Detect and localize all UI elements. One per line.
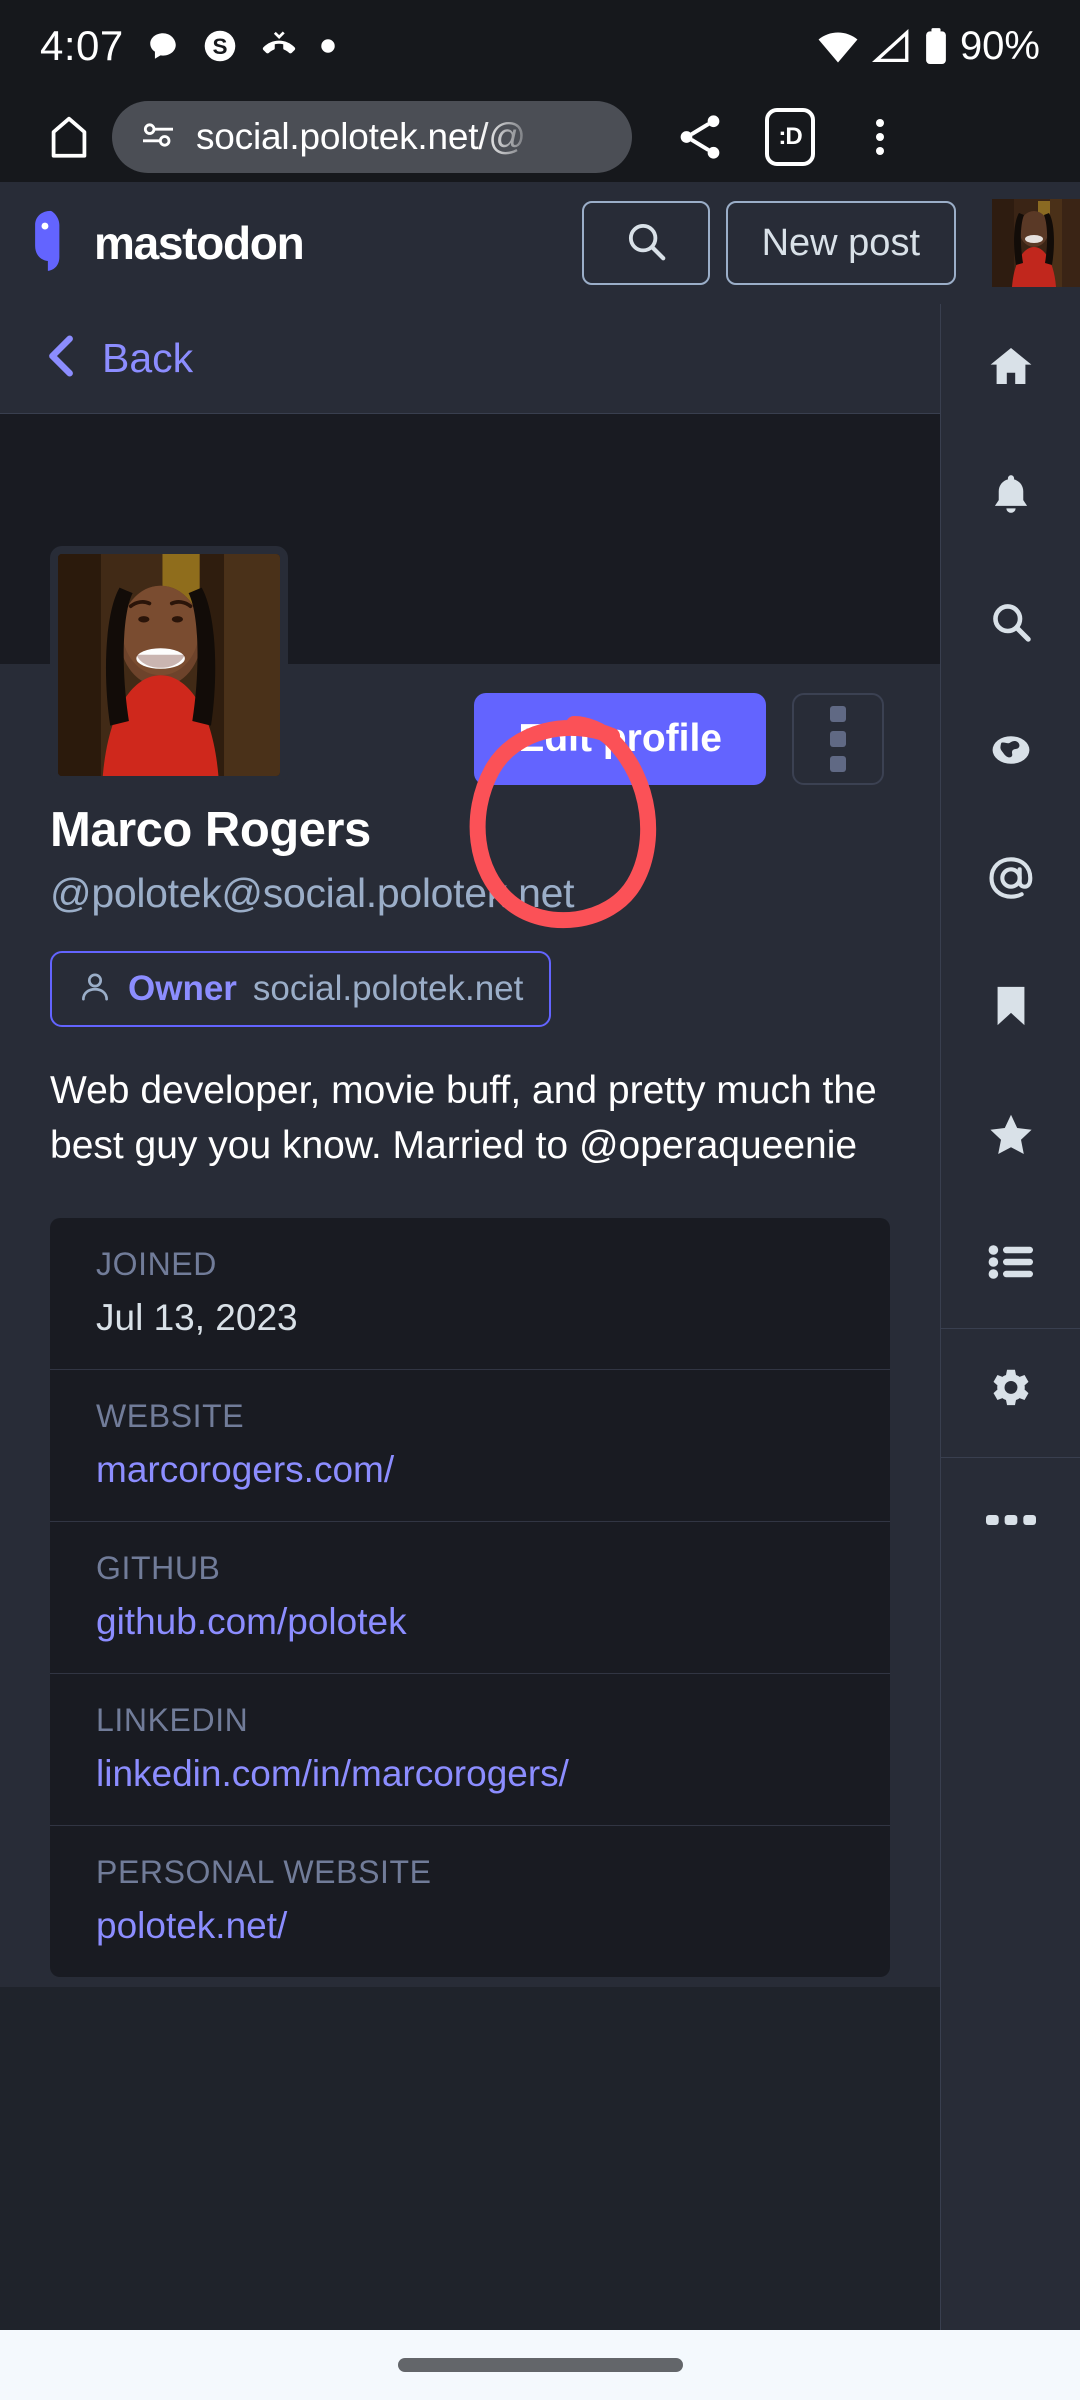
role-domain: social.polotek.net xyxy=(252,969,524,1008)
rail-item-more[interactable] xyxy=(941,1458,1080,1586)
profile-bio: Web developer, movie buff, and pretty mu… xyxy=(50,1069,877,1168)
table-row: Linkedin linkedin.com/in/marcorogers/ xyxy=(50,1674,890,1826)
rail-item-explore[interactable] xyxy=(941,688,1080,816)
gear-icon xyxy=(986,1366,1036,1421)
metadata-label: Joined xyxy=(96,1245,217,1282)
status-badge: Owner social.polotek.net xyxy=(50,951,552,1027)
person-icon xyxy=(78,970,112,1009)
metadata-value: Jul 13, 2023 xyxy=(96,1296,298,1338)
cellular-signal-icon xyxy=(870,28,912,64)
status-bar-left: 4:07 S xyxy=(40,22,336,70)
home-button[interactable] xyxy=(30,98,108,176)
star-icon xyxy=(986,1110,1036,1163)
wifi-icon xyxy=(816,28,860,64)
rail-item-mentions[interactable] xyxy=(941,816,1080,944)
metadata-value-link[interactable]: github.com/polotek xyxy=(96,1601,844,1643)
new-post-button[interactable]: New post xyxy=(725,201,956,285)
skype-icon: S xyxy=(202,28,238,64)
profile-card: Edit profile Marco Rogers @polotek@socia… xyxy=(0,546,940,1987)
mastodon-wordmark: mastodon xyxy=(94,217,305,269)
edit-profile-label: Edit profile xyxy=(518,717,722,760)
role-name: Owner xyxy=(128,969,237,1008)
kebab-dot-icon xyxy=(830,706,846,722)
mastodon-glyph-icon xyxy=(28,208,90,279)
bell-icon xyxy=(988,471,1034,522)
share-button[interactable] xyxy=(658,95,742,179)
battery-icon xyxy=(922,27,950,65)
rail-item-lists[interactable] xyxy=(941,1200,1080,1328)
rail-item-bookmarks[interactable] xyxy=(941,944,1080,1072)
list-icon xyxy=(987,1242,1035,1287)
account-handle: @polotek@social.polotek.net xyxy=(50,870,575,916)
main-column: Back Edit profile Marco Rogers @polotek@… xyxy=(0,304,940,2330)
rail-item-home[interactable] xyxy=(941,304,1080,432)
profile-metadata-table: Joined Jul 13, 2023 Website marcorogers.… xyxy=(50,1217,890,1977)
kebab-dot-icon xyxy=(830,756,846,772)
metadata-value-link[interactable]: polotek.net/ xyxy=(96,1905,844,1947)
browser-toolbar: social.polotek.net/@ :D xyxy=(0,92,1080,182)
android-status-bar: 4:07 S 90% xyxy=(0,0,1080,92)
table-row: Github github.com/polotek xyxy=(50,1522,890,1674)
back-label: Back xyxy=(102,335,194,381)
search-icon xyxy=(623,218,669,269)
mastodon-header: mastodon New post xyxy=(0,182,1080,304)
home-icon xyxy=(987,342,1035,395)
tab-switcher-button[interactable]: :D xyxy=(748,95,832,179)
metadata-label: Website xyxy=(96,1397,245,1434)
metadata-value-link[interactable]: marcorogers.com/ xyxy=(96,1449,844,1491)
status-bar-right: 90% xyxy=(816,24,1040,69)
tab-count-label: :D xyxy=(765,108,815,166)
bookmark-icon xyxy=(990,983,1032,1034)
rail-item-favourites[interactable] xyxy=(941,1072,1080,1200)
rail-item-preferences[interactable] xyxy=(941,1329,1080,1457)
missed-call-icon xyxy=(260,29,298,63)
table-row: Joined Jul 13, 2023 xyxy=(50,1218,890,1370)
metadata-label: Linkedin xyxy=(96,1701,249,1738)
ellipsis-icon xyxy=(985,1510,1036,1535)
home-gesture-pill[interactable] xyxy=(397,2358,683,2372)
battery-percent: 90% xyxy=(959,23,1040,68)
profile-identity: Marco Rogers @polotek@social.polotek.net xyxy=(0,788,940,917)
chevron-left-icon xyxy=(44,333,80,384)
header-actions: New post xyxy=(581,199,1080,287)
new-post-label: New post xyxy=(761,221,920,264)
browser-menu-button[interactable] xyxy=(838,95,922,179)
more-options-button[interactable] xyxy=(792,693,884,785)
metadata-value-link[interactable]: linkedin.com/in/marcorogers/ xyxy=(96,1753,844,1795)
right-navigation-rail xyxy=(940,304,1080,2330)
display-name: Marco Rogers xyxy=(50,803,371,857)
search-button[interactable] xyxy=(581,201,710,285)
url-text: social.polotek.net/@ xyxy=(196,116,526,157)
mastodon-logo[interactable]: mastodon xyxy=(28,208,305,279)
search-icon xyxy=(988,599,1034,650)
globe-icon xyxy=(988,727,1034,778)
at-icon xyxy=(985,852,1037,909)
table-row: Personal website polotek.net/ xyxy=(50,1826,890,1977)
dot-icon xyxy=(320,38,336,54)
site-settings-icon[interactable] xyxy=(138,115,178,160)
profile-avatar[interactable] xyxy=(50,546,288,784)
svg-text:S: S xyxy=(212,34,227,59)
rail-item-search[interactable] xyxy=(941,560,1080,688)
metadata-label: Github xyxy=(96,1549,221,1586)
metadata-label: Personal website xyxy=(96,1853,432,1890)
kebab-dot-icon xyxy=(830,731,846,747)
phone-navigation-bar xyxy=(0,2330,1080,2400)
edit-profile-button[interactable]: Edit profile xyxy=(474,693,766,785)
page-body: Back Edit profile Marco Rogers @polotek@… xyxy=(0,304,1080,2330)
avatar[interactable] xyxy=(992,199,1080,287)
table-row: Website marcorogers.com/ xyxy=(50,1370,890,1522)
back-bar[interactable]: Back xyxy=(0,304,940,414)
status-clock: 4:07 xyxy=(40,22,124,69)
web-page: mastodon New post Back Edit profile Marc… xyxy=(0,182,1080,2330)
chat-bubble-icon xyxy=(146,29,180,63)
rail-item-notifications[interactable] xyxy=(941,432,1080,560)
url-bar[interactable]: social.polotek.net/@ xyxy=(112,101,632,173)
